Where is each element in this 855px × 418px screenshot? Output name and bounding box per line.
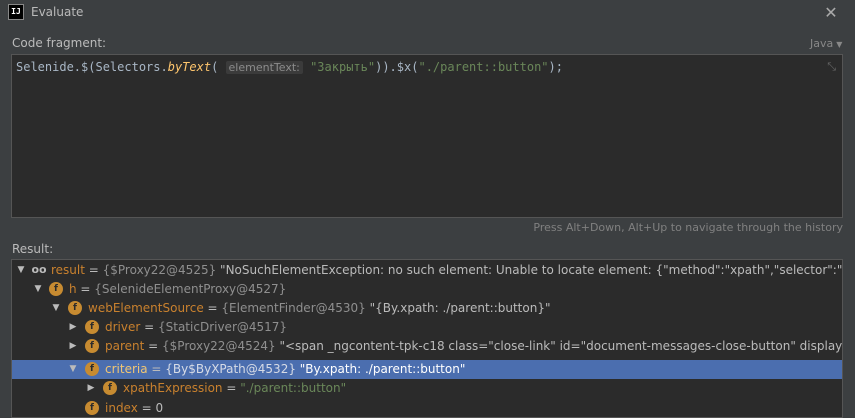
tree-row-result[interactable]: ▼ oo result = {$Proxy22@4525} "NoSuchEle… [12,261,842,280]
var-type: {ElementFinder@4530} [221,301,366,315]
result-label: Result: [12,242,54,256]
equals: = [147,362,166,376]
equals: = [140,320,158,334]
code-end: ); [548,60,563,74]
tree-row-text: result = {$Proxy22@4525} "NoSuchElementE… [51,261,843,280]
tree-row-text: webElementSource = {ElementFinder@4530} … [88,299,550,318]
intellij-app-icon: IJ [8,4,24,20]
var-name: result [51,263,85,277]
code-line: Selenide.$(Selectors.byText( elementText… [16,60,563,74]
var-value: "{By.xpath: ./parent::button}" [365,301,551,315]
var-name: h [69,282,77,296]
title-bar: IJ Evaluate ✕ [0,0,855,26]
collapsed-arrow-icon[interactable]: ▶ [67,337,79,356]
chevron-down-icon: ▼ [836,40,843,49]
param-hint: elementText: [225,61,303,74]
field-icon: f [68,301,82,315]
tree-row-parent[interactable]: ▶ f parent = {$Proxy22@4524} "<span _ngc… [12,337,842,356]
var-value: "By.xpath: ./parent::button" [295,362,466,376]
tree-row-text: h = {SelenideElementProxy@4527} [69,280,286,299]
tree-row-text: driver = {StaticDriver@4517} [105,318,287,337]
var-value: "./parent::button" [240,381,347,395]
code-method: byText [167,60,212,74]
result-tree[interactable]: ▼ oo result = {$Proxy22@4525} "NoSuchEle… [11,259,843,418]
code-open: ( [211,60,226,74]
tree-row-text: parent = {$Proxy22@4524} "<span _ngconte… [105,337,843,356]
var-name: xpathExpression [123,381,223,395]
language-dropdown[interactable]: Java ▼ [810,37,842,50]
code-arg: "Закрыть" [310,60,376,74]
history-hint: Press Alt+Down, Alt+Up to navigate throu… [533,221,843,234]
code-fragment-label: Code fragment: [12,36,107,50]
code-arg2: "./parent::button" [418,60,549,74]
language-value: Java [810,37,834,50]
tree-row-criteria[interactable]: ▼ f criteria = {By$ByXPath@4532} "By.xpa… [12,360,842,379]
field-icon: f [85,320,99,334]
var-value: 0 [155,401,164,415]
expanded-arrow-icon[interactable]: ▼ [32,280,44,299]
field-icon: f [85,362,99,376]
field-icon: f [103,381,117,395]
equals: = [203,301,222,315]
code-suffix: )).$x( [375,60,419,74]
equals: = [222,381,241,395]
var-type: {$Proxy22@4525} [102,263,217,277]
code-prefix: Selenide.$(Selectors. [16,60,168,74]
var-type: {$Proxy22@4524} [162,339,276,353]
equals: = [76,282,95,296]
equals: = [144,339,163,353]
equals: = [84,263,103,277]
equals: = [137,401,156,415]
tree-row-text: criteria = {By$ByXPath@4532} "By.xpath: … [105,360,465,379]
collapsed-arrow-icon[interactable]: ▶ [85,379,97,398]
var-name: criteria [105,362,148,376]
tree-row-xpath-expression[interactable]: ▶ f xpathExpression = "./parent::button" [12,379,842,398]
tree-row-h[interactable]: ▼ f h = {SelenideElementProxy@4527} [12,280,842,299]
var-type: {SelenideElementProxy@4527} [94,282,287,296]
field-icon: f [85,401,99,415]
tree-row-text: index = 0 [105,399,164,417]
watch-glasses-icon: oo [31,263,47,276]
var-name: webElementSource [88,301,204,315]
tree-row-driver[interactable]: ▶ f driver = {StaticDriver@4517} [12,318,842,337]
tree-row-text: xpathExpression = "./parent::button" [123,379,346,398]
var-value: "<span _ngcontent-tpk-c18 class="close-l… [279,339,843,353]
expanded-arrow-icon[interactable]: ▼ [15,261,27,280]
var-type: {By$ByXPath@4532} [165,362,296,376]
field-icon: f [49,282,63,296]
var-name: parent [105,339,145,353]
expanded-arrow-icon[interactable]: ▼ [50,299,62,318]
code-editor[interactable]: Selenide.$(Selectors.byText( elementText… [11,54,843,218]
var-name: driver [105,320,141,334]
collapsed-arrow-icon[interactable]: ▶ [67,318,79,337]
tree-row-web-element-source[interactable]: ▼ f webElementSource = {ElementFinder@45… [12,299,842,318]
var-type: {StaticDriver@4517} [158,320,288,334]
var-value: "NoSuchElementException: no such element… [220,263,843,277]
expanded-arrow-icon[interactable]: ▼ [67,360,79,379]
var-name: index [105,401,138,415]
expand-editor-icon[interactable]: ⤡ [827,60,836,74]
tree-row-index[interactable]: f index = 0 [12,399,842,417]
close-button[interactable]: ✕ [820,2,842,24]
window-title: Evaluate [31,5,84,19]
field-icon: f [85,339,99,353]
